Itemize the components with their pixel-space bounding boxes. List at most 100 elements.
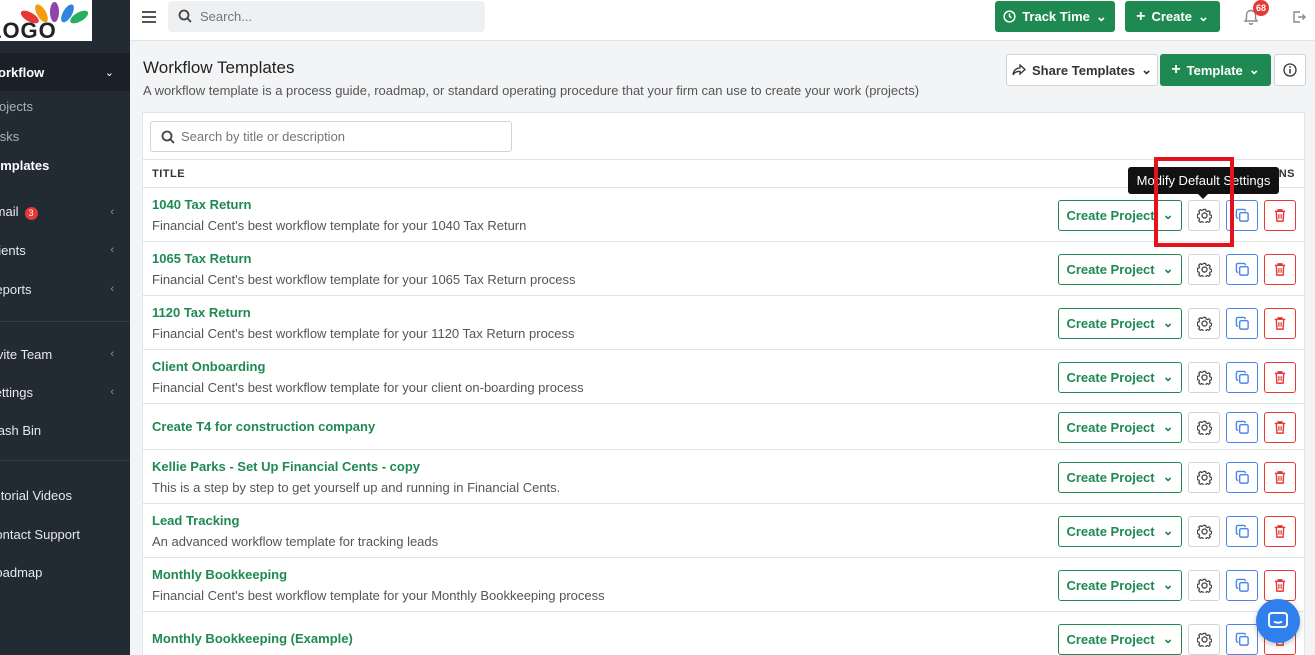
sidebar-item-invite-team[interactable]: Invite Team ‹ <box>0 335 130 373</box>
main-content: Workflow Templates A workflow template i… <box>130 41 1315 655</box>
sidebar-item-label: Email 3 <box>0 204 38 220</box>
create-project-label: Create Project <box>1066 577 1155 593</box>
table-row: 1040 Tax Return Financial Cent's best wor… <box>143 188 1304 242</box>
template-title-link[interactable]: Kellie Parks - Set Up Financial Cents - … <box>152 459 420 474</box>
create-project-button[interactable]: Create Project ⌄ <box>1058 411 1182 443</box>
template-title-link[interactable]: Monthly Bookkeeping (Example) <box>152 631 353 646</box>
chevron-left-icon: ‹ <box>110 386 114 398</box>
sidebar-item-label: Tasks <box>0 128 20 144</box>
table-row: Create T4 for construction company Create… <box>143 404 1304 450</box>
sidebar-item-templates[interactable]: Templates <box>0 146 130 184</box>
copy-icon <box>1235 262 1249 276</box>
create-button[interactable]: + Create ⌄ <box>1125 1 1220 32</box>
copy-icon <box>1235 420 1249 434</box>
create-project-label: Create Project <box>1066 207 1155 223</box>
delete-template-button[interactable] <box>1264 411 1296 443</box>
chat-support-button[interactable] <box>1256 599 1300 643</box>
search-icon <box>178 9 192 23</box>
chevron-down-icon: ⌄ <box>1162 369 1174 384</box>
delete-template-button[interactable] <box>1264 569 1296 601</box>
chevron-down-icon: ⌄ <box>1162 315 1174 330</box>
track-time-button[interactable]: Track Time ⌄ <box>995 1 1115 32</box>
create-project-button[interactable]: Create Project ⌄ <box>1058 515 1182 547</box>
sidebar-item-contact-support[interactable]: Contact Support <box>0 515 130 553</box>
sidebar-item-email[interactable]: Email 3 ‹ <box>0 193 130 231</box>
duplicate-template-button[interactable] <box>1226 253 1258 285</box>
sidebar-item-settings[interactable]: Settings ‹ <box>0 373 130 411</box>
delete-template-button[interactable] <box>1264 199 1296 231</box>
hamburger-menu-icon[interactable] <box>142 11 156 23</box>
modify-settings-button[interactable] <box>1188 623 1220 655</box>
global-search <box>168 1 485 32</box>
chevron-down-icon: ⌄ <box>1197 8 1209 24</box>
duplicate-template-button[interactable] <box>1226 515 1258 547</box>
template-description: Financial Cent's best workflow template … <box>152 272 576 287</box>
chevron-down-icon: ⌄ <box>1162 261 1174 276</box>
sidebar-item-roadmap[interactable]: Roadmap <box>0 553 130 591</box>
add-template-button[interactable]: + Template ⌄ <box>1160 54 1271 86</box>
gear-icon <box>1196 262 1212 277</box>
delete-template-button[interactable] <box>1264 253 1296 285</box>
chevron-down-icon: ⌄ <box>1162 419 1174 434</box>
template-search-input[interactable] <box>181 122 501 151</box>
page-description: A workflow template is a process guide, … <box>143 83 920 98</box>
modify-settings-button[interactable] <box>1188 253 1220 285</box>
modify-settings-button[interactable] <box>1188 569 1220 601</box>
delete-template-button[interactable] <box>1264 461 1296 493</box>
sidebar-item-label: Reports <box>0 281 32 297</box>
create-project-button[interactable]: Create Project ⌄ <box>1058 461 1182 493</box>
create-project-button[interactable]: Create Project ⌄ <box>1058 623 1182 655</box>
delete-template-button[interactable] <box>1264 515 1296 547</box>
gear-icon <box>1196 632 1212 647</box>
delete-template-button[interactable] <box>1264 361 1296 393</box>
search-icon <box>161 130 175 144</box>
template-title-link[interactable]: 1120 Tax Return <box>152 305 251 320</box>
share-arrow-icon <box>1012 64 1026 76</box>
logo[interactable]: LOGO <box>0 0 92 41</box>
logout-icon[interactable] <box>1292 10 1306 24</box>
sidebar-item-label: Settings <box>0 384 33 400</box>
sidebar-item-tutorial-videos[interactable]: Tutorial Videos <box>0 476 130 514</box>
sidebar-divider <box>0 321 130 322</box>
sidebar-item-label: Trash Bin <box>0 422 42 438</box>
sidebar-item-label: Projects <box>0 98 33 114</box>
template-title-link[interactable]: 1065 Tax Return <box>152 251 251 266</box>
template-title-link[interactable]: 1040 Tax Return <box>152 197 251 212</box>
sidebar-item-clients[interactable]: Clients ‹ <box>0 231 130 269</box>
trash-icon <box>1274 524 1286 538</box>
modify-settings-button[interactable] <box>1188 411 1220 443</box>
duplicate-template-button[interactable] <box>1226 623 1258 655</box>
modify-settings-button[interactable] <box>1188 361 1220 393</box>
template-title-link[interactable]: Create T4 for construction company <box>152 419 375 434</box>
chevron-down-icon: ⌄ <box>1162 523 1174 538</box>
modify-settings-button[interactable] <box>1188 461 1220 493</box>
share-templates-button[interactable]: Share Templates ⌄ <box>1006 54 1158 86</box>
duplicate-template-button[interactable] <box>1226 569 1258 601</box>
delete-template-button[interactable] <box>1264 307 1296 339</box>
sidebar-item-reports[interactable]: Reports ‹ <box>0 270 130 308</box>
create-project-button[interactable]: Create Project ⌄ <box>1058 307 1182 339</box>
create-project-label: Create Project <box>1066 469 1155 485</box>
duplicate-template-button[interactable] <box>1226 361 1258 393</box>
create-project-button[interactable]: Create Project ⌄ <box>1058 253 1182 285</box>
duplicate-template-button[interactable] <box>1226 411 1258 443</box>
sidebar-item-email-label: Email <box>0 204 19 219</box>
modify-settings-button[interactable] <box>1188 515 1220 547</box>
global-search-input[interactable] <box>200 1 470 32</box>
duplicate-template-button[interactable] <box>1226 461 1258 493</box>
table-row: Lead Tracking An advanced workflow templa… <box>143 504 1304 558</box>
table-row: 1065 Tax Return Financial Cent's best wor… <box>143 242 1304 296</box>
template-title-link[interactable]: Lead Tracking <box>152 513 239 528</box>
create-project-button[interactable]: Create Project ⌄ <box>1058 569 1182 601</box>
sidebar-item-trash-bin[interactable]: Trash Bin <box>0 411 130 449</box>
duplicate-template-button[interactable] <box>1226 307 1258 339</box>
modify-settings-button[interactable] <box>1188 307 1220 339</box>
template-title-link[interactable]: Monthly Bookkeeping <box>152 567 287 582</box>
template-title-link[interactable]: Client Onboarding <box>152 359 265 374</box>
chevron-down-icon: ⌄ <box>1141 62 1152 77</box>
info-button[interactable] <box>1274 54 1306 86</box>
create-project-button[interactable]: Create Project ⌄ <box>1058 361 1182 393</box>
sidebar-item-workflow[interactable]: Workflow ⌄ <box>0 53 130 91</box>
gear-icon <box>1196 470 1212 485</box>
sidebar-item-label: Contact Support <box>0 526 80 542</box>
